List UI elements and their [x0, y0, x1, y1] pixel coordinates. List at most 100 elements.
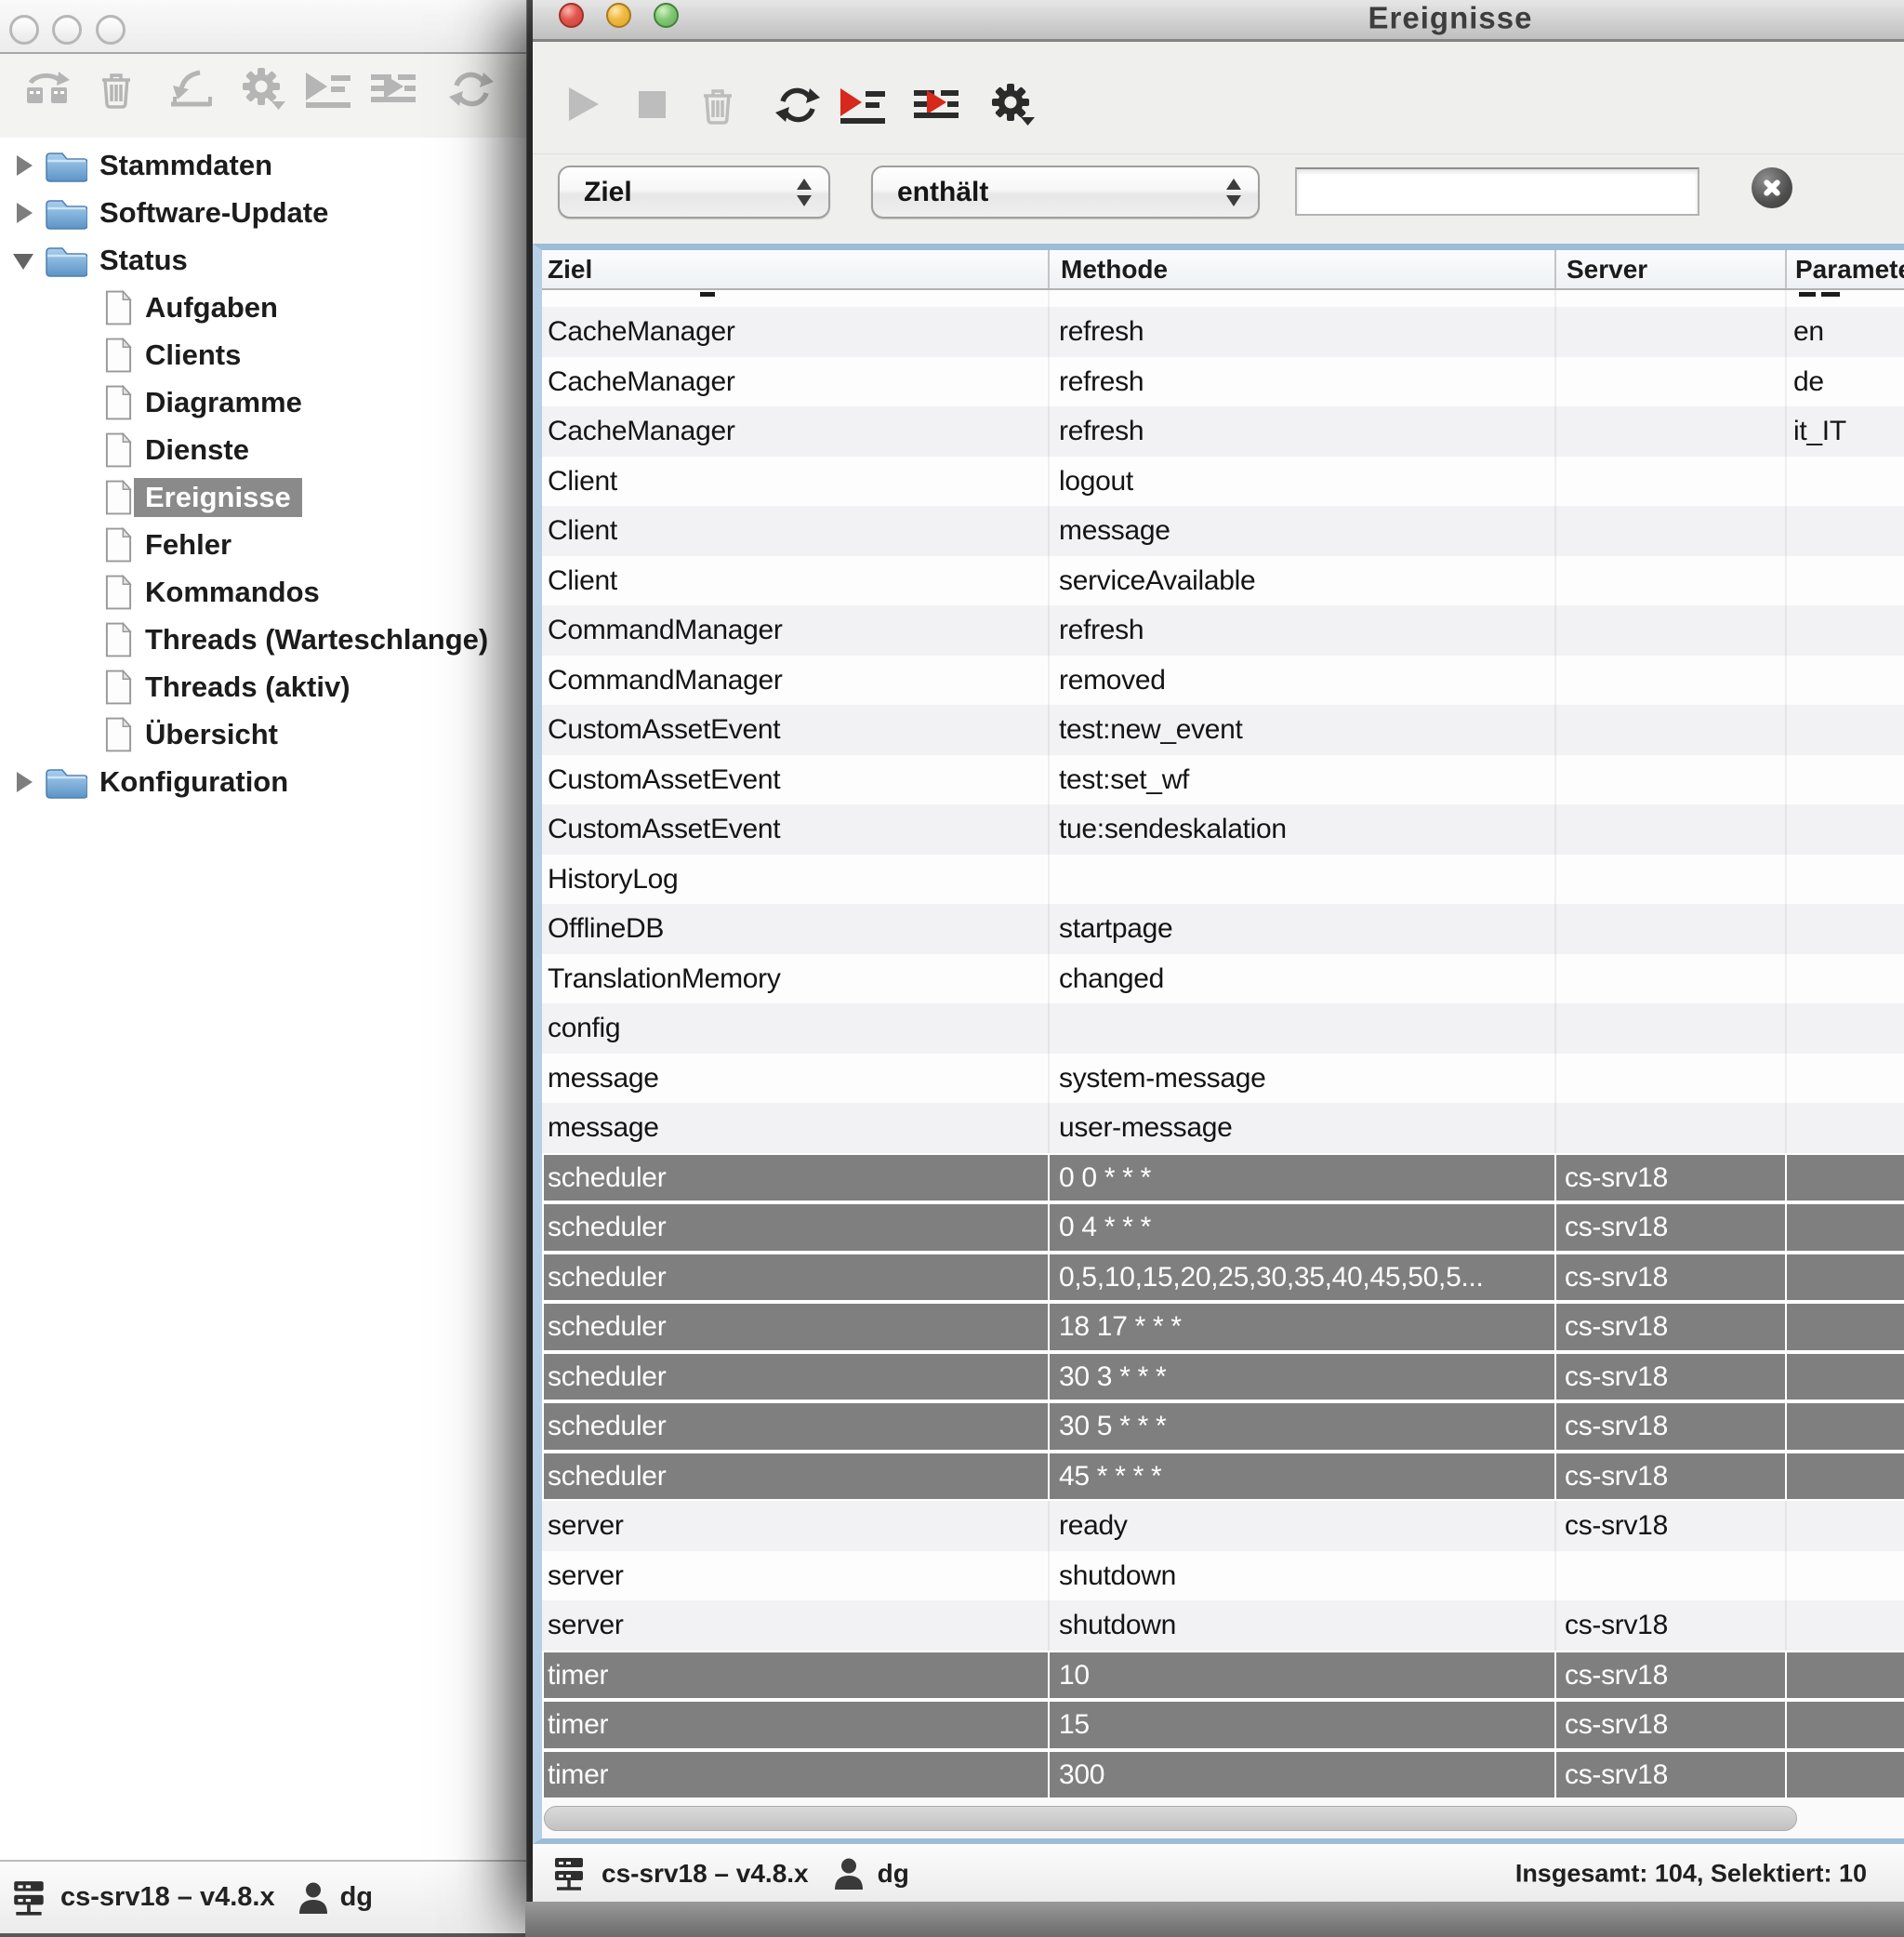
play-button[interactable] [560, 83, 612, 127]
settings-button[interactable] [985, 83, 1038, 127]
sidebar-item-clients[interactable]: Clients [0, 331, 526, 378]
column-header-ziel[interactable]: Ziel [542, 250, 1048, 288]
table-row[interactable]: scheduler30 5 * * *cs-srv18 [542, 1401, 1904, 1452]
table-row[interactable]: serverreadycs-srv18 [542, 1501, 1904, 1551]
cell-parameter [1793, 1401, 1904, 1452]
horizontal-scrollbar[interactable] [542, 1799, 1904, 1838]
table-row[interactable]: scheduler0 4 * * *cs-srv18 [542, 1202, 1904, 1253]
sidebar-item-stammdaten[interactable]: Stammdaten [0, 141, 526, 189]
folder-icon [45, 149, 87, 182]
sync-transfer-button[interactable] [22, 67, 74, 112]
sidebar-item-fehler[interactable]: Fehler [0, 521, 526, 568]
refresh-button[interactable] [445, 67, 497, 112]
sidebar-item-threads-aktiv[interactable]: Threads (aktiv) [0, 663, 526, 710]
table-row[interactable]: scheduler0 0 * * *cs-srv18 [542, 1153, 1904, 1203]
table-row[interactable]: timer15cs-srv18 [542, 1700, 1904, 1750]
close-button[interactable] [559, 3, 584, 28]
table-row[interactable]: scheduler45 * * * *cs-srv18 [542, 1452, 1904, 1502]
table-row[interactable]: CustomAssetEventtue:sendeskalation [542, 804, 1904, 855]
folder-icon [45, 765, 87, 799]
minimize-button[interactable] [606, 3, 631, 28]
table-row[interactable]: scheduler18 17 * * *cs-srv18 [542, 1302, 1904, 1352]
sidebar-item-diagramme[interactable]: Diagramme [0, 378, 526, 426]
table-row[interactable]: config [542, 1003, 1904, 1054]
run-events-button[interactable] [303, 67, 355, 112]
table-row[interactable]: scheduler30 3 * * *cs-srv18 [542, 1352, 1904, 1402]
cell-methode: 300 [1059, 1750, 1553, 1800]
scrollbar-thumb[interactable] [544, 1806, 1797, 1831]
minimize-button[interactable] [52, 15, 82, 45]
sidebar-item-übersicht[interactable]: Übersicht [0, 710, 526, 758]
table-row[interactable]: HistoryLog [542, 855, 1904, 905]
trash-button[interactable] [90, 67, 142, 112]
table-row[interactable]: timer10cs-srv18 [542, 1651, 1904, 1701]
column-header-parameter[interactable]: Parameter [1785, 250, 1904, 288]
import-button[interactable] [165, 67, 217, 112]
disclosure-triangle-icon[interactable] [13, 770, 37, 794]
cell-methode: 15 [1059, 1700, 1553, 1750]
cell-parameter [1793, 804, 1904, 855]
settings-button[interactable] [236, 67, 288, 112]
run-marker-button[interactable] [368, 67, 420, 112]
table-row[interactable]: messagesystem-message [542, 1054, 1904, 1104]
table-row[interactable]: OfflineDBstartpage [542, 904, 1904, 954]
zoom-button[interactable] [96, 15, 126, 45]
sidebar-item-aufgaben[interactable]: Aufgaben [0, 284, 526, 331]
table-row[interactable]: servershutdowncs-srv18 [542, 1600, 1904, 1651]
table-row[interactable]: TranslationMemorychanged [542, 954, 1904, 1004]
filter-search-input[interactable] [1295, 167, 1699, 216]
run-events-button[interactable] [838, 83, 890, 127]
cell-methode: tue:sendeskalation [1059, 804, 1553, 855]
disclosure-triangle-icon[interactable] [13, 201, 37, 225]
table-row[interactable]: CustomAssetEventtest:new_event [542, 705, 1904, 755]
cell-methode: refresh [1059, 357, 1553, 407]
table-row[interactable]: CustomAssetEventtest:set_wf [542, 755, 1904, 805]
trash-button[interactable] [692, 83, 744, 127]
cell-server [1565, 357, 1783, 407]
table-row-partial[interactable] [542, 290, 1904, 307]
table-row[interactable]: servershutdown [542, 1551, 1904, 1601]
table-row[interactable]: CacheManagerrefreshde [542, 357, 1904, 407]
table-row[interactable]: CacheManagerrefreshit_IT [542, 406, 1904, 457]
cell-server: cs-srv18 [1565, 1401, 1783, 1452]
cell-server: cs-srv18 [1565, 1452, 1783, 1502]
cell-parameter [1793, 1551, 1904, 1601]
filter-operator-select[interactable]: enthält [871, 166, 1260, 219]
close-button[interactable] [9, 15, 39, 45]
table-row[interactable]: scheduler0,5,10,15,20,25,30,35,40,45,50,… [542, 1253, 1904, 1303]
table-row[interactable]: messageuser-message [542, 1103, 1904, 1153]
cell-ziel: config [548, 1003, 1046, 1054]
sidebar-item-software-update[interactable]: Software-Update [0, 189, 526, 236]
sidebar-item-kommandos[interactable]: Kommandos [0, 568, 526, 616]
run-marker-button[interactable] [911, 83, 963, 127]
column-header-methode[interactable]: Methode [1048, 250, 1554, 288]
table-row[interactable]: CommandManagerremoved [542, 656, 1904, 706]
sidebar-item-status[interactable]: Status [0, 236, 526, 284]
document-icon [104, 716, 133, 753]
sidebar-item-dienste[interactable]: Dienste [0, 426, 526, 473]
sidebar-item-label: Dienste [134, 431, 260, 470]
filter-field-select[interactable]: Ziel [558, 166, 830, 219]
disclosure-triangle-icon[interactable] [13, 248, 37, 272]
table-row[interactable]: CommandManagerrefresh [542, 605, 1904, 656]
table-row[interactable]: Clientlogout [542, 457, 1904, 507]
table-row[interactable]: timer300cs-srv18 [542, 1750, 1904, 1800]
refresh-button[interactable] [772, 83, 824, 127]
cell-server [1565, 1003, 1783, 1054]
sidebar-item-threads-warteschlange[interactable]: Threads (Warteschlange) [0, 616, 526, 663]
stop-button[interactable] [627, 83, 679, 127]
zoom-button[interactable] [654, 3, 679, 28]
sidebar-item-label: Clients [134, 336, 252, 375]
disclosure-triangle-icon[interactable] [13, 153, 37, 178]
column-header-server[interactable]: Server [1554, 250, 1785, 288]
table-row[interactable]: CacheManagerrefreshen [542, 307, 1904, 357]
cell-server [1565, 656, 1783, 706]
cell-methode: logout [1059, 457, 1553, 507]
clear-filter-button[interactable] [1752, 167, 1792, 208]
folder-icon [45, 244, 87, 277]
cell-methode [1059, 1003, 1553, 1054]
sidebar-item-konfiguration[interactable]: Konfiguration [0, 758, 526, 805]
sidebar-item-ereignisse[interactable]: Ereignisse [0, 473, 526, 521]
table-row[interactable]: ClientserviceAvailable [542, 556, 1904, 606]
table-row[interactable]: Clientmessage [542, 506, 1904, 556]
